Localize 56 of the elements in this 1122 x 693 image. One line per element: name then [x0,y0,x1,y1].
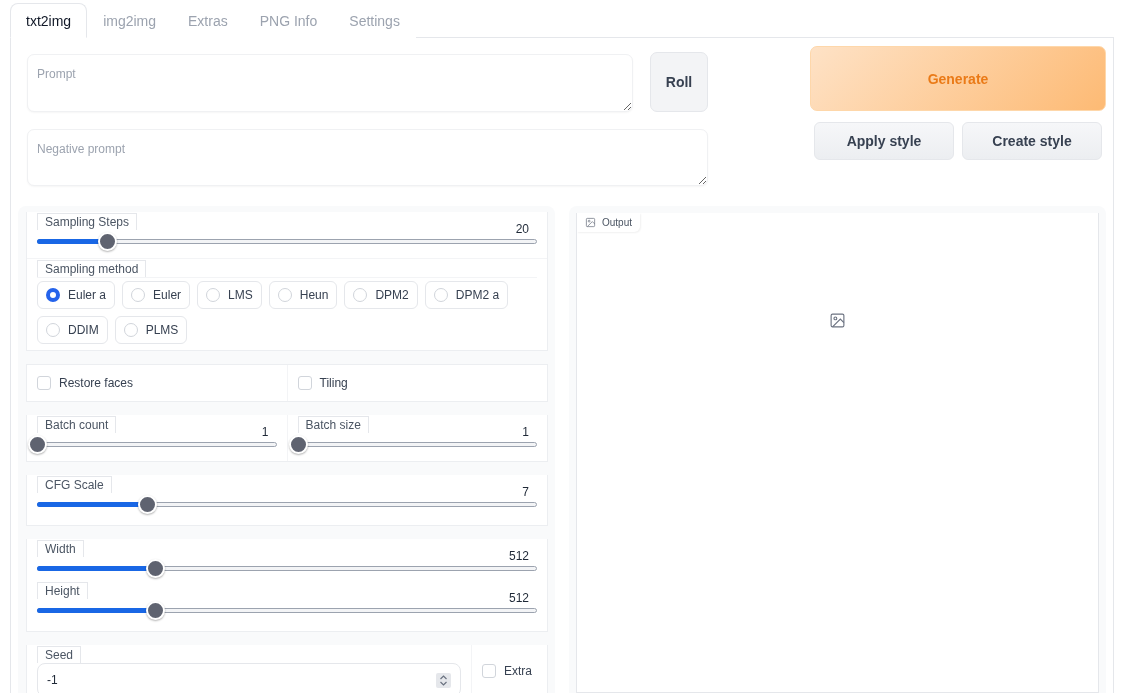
radio-label: DDIM [68,323,99,337]
slider-value: 7 [522,485,529,499]
style-button[interactable]: Create style [962,122,1102,160]
output-label-text: Output [602,217,633,228]
radio-option[interactable]: Euler a [37,281,116,309]
slider-value: 1 [261,425,269,439]
radio-label: PLMS [145,323,179,337]
prompt-field[interactable]: Prompt [27,54,633,112]
slider-label: Batch size [297,416,369,433]
slider-thumb[interactable] [146,601,165,620]
checkbox-label: Extra [504,664,532,678]
checkbox-option[interactable]: Extra [482,653,537,689]
image-icon [829,312,846,329]
image-icon [585,217,596,228]
checkbox-option[interactable]: Tiling [297,365,537,401]
slider-value: 20 [515,222,529,236]
slider-value: 512 [508,591,529,605]
group-label: Sampling method [37,260,147,277]
checkbox[interactable] [482,664,496,678]
negative-prompt-field[interactable]: Negative prompt [27,129,708,186]
radio-label: Euler a [68,288,107,302]
tab[interactable]: txt2img [10,3,88,38]
slider-value: 1 [522,425,529,439]
style-button[interactable]: Apply style [814,122,954,160]
slider-label: Height [37,582,88,599]
radio-option[interactable]: Euler [122,281,191,309]
radio-label: DPM2 a [455,288,500,302]
roll-button[interactable]: Roll [650,52,708,112]
checkbox-label: Tiling [319,376,348,390]
checkbox[interactable] [37,376,51,390]
radio-option[interactable]: PLMS [114,316,188,344]
checkbox-option[interactable]: Restore faces [37,365,277,401]
radio-option[interactable]: LMS [197,281,262,309]
radio-button[interactable] [46,288,60,302]
radio-label: Euler [153,288,182,302]
slider-label: CFG Scale [37,476,112,493]
slider-thumb[interactable] [138,495,157,514]
slider-label: Sampling Steps [37,213,138,230]
radio-label: DPM2 [375,288,409,302]
slider-label: Width [37,540,84,557]
spinner-icon[interactable] [436,672,451,688]
slider-thumb[interactable] [28,435,47,454]
radio-option[interactable]: DDIM [37,316,108,344]
slider-thumb[interactable] [288,435,308,454]
radio-option[interactable]: Heun [268,281,338,309]
slider-value: 512 [508,549,529,563]
radio-option[interactable]: DPM2 a [424,281,509,309]
checkbox[interactable] [297,376,312,390]
checkbox-label: Restore faces [59,376,134,390]
seed-label: Seed [37,646,82,663]
radio-label: Heun [299,288,329,302]
radio-label: LMS [228,288,253,302]
radio-option[interactable]: DPM2 [344,281,418,309]
slider-label: Batch count [37,416,117,433]
slider-thumb[interactable] [146,559,165,578]
slider-thumb[interactable] [98,232,117,251]
